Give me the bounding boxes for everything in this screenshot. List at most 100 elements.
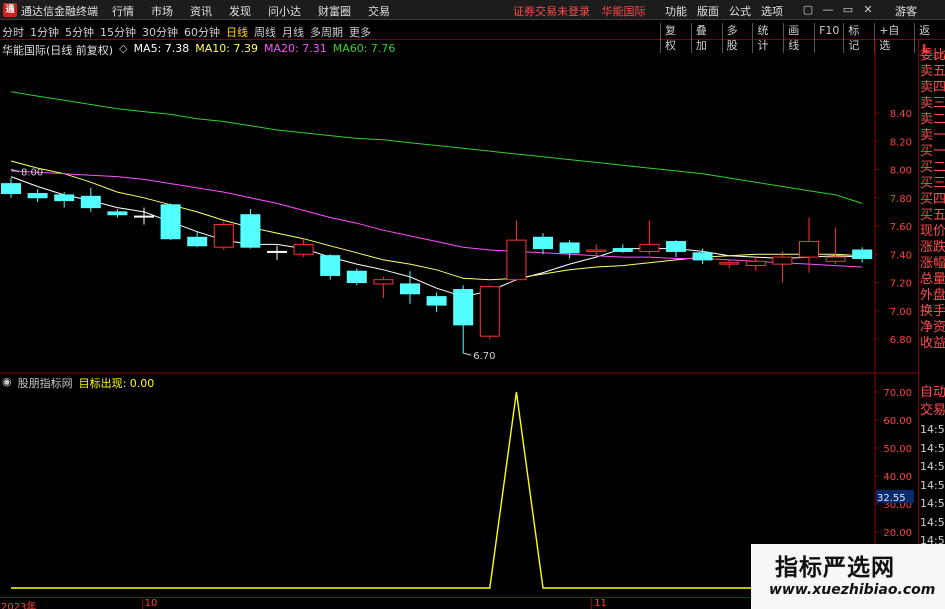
window-controls: ▢ — ▭ ✕: [798, 2, 878, 17]
y-tick-label: 8.40: [890, 109, 912, 120]
side-panel-time: 14:56: [920, 423, 945, 436]
period-tab[interactable]: 30分钟: [142, 24, 178, 40]
side-panel-time: 14:56: [920, 460, 945, 473]
restore-icon[interactable]: ▢: [798, 2, 818, 17]
period-tab[interactable]: 月线: [282, 24, 304, 40]
menu-market[interactable]: 市场: [151, 3, 173, 19]
candle-body-down: [187, 236, 208, 247]
candle-body-down: [666, 241, 686, 252]
menu-function[interactable]: 功能: [665, 3, 687, 19]
side-panel-field[interactable]: 收益: [920, 334, 945, 353]
title-bar: 通 通达信金融终端 行情 市场 资讯 发现 问小达 财富圈 交易 证券交易未登录…: [0, 0, 945, 20]
side-panel-time: 14:56: [920, 441, 945, 455]
menu-news[interactable]: 资讯: [190, 3, 212, 19]
main-menu: 行情 市场 资讯 发现 问小达 财富圈 交易: [112, 3, 407, 19]
watermark-title: 指标严选网: [775, 555, 895, 581]
candle-body-down: [80, 195, 101, 209]
candle-body-down: [612, 248, 633, 252]
ma-line-ma60: [10, 91, 863, 204]
candle-body-down: [400, 283, 420, 295]
candle-body-down: [160, 204, 181, 240]
menu-layout[interactable]: 版面: [697, 3, 719, 19]
extreme-label: 6.70: [473, 351, 495, 362]
candle-body-up: [293, 243, 314, 255]
y-tick-label: 7.20: [890, 279, 912, 290]
app-title: 通达信金融终端: [21, 5, 98, 18]
menu-ask[interactable]: 问小达: [268, 3, 301, 19]
side-panel-time: 14:56: [920, 515, 945, 529]
indicator-y-tick-label: 20.00: [883, 528, 912, 539]
maximize-icon[interactable]: ▭: [838, 2, 858, 17]
candle-body-down: [54, 194, 75, 202]
candle-body-up: [825, 256, 846, 262]
candle-body-up: [799, 241, 819, 258]
candle-body-up: [479, 286, 500, 337]
menu-options[interactable]: 选项: [761, 3, 783, 19]
candle-body-up: [639, 243, 660, 252]
candle-body-down: [320, 255, 341, 276]
candle-body-up: [719, 262, 740, 265]
extreme-pointer: [463, 352, 472, 356]
y-tick-label: 7.60: [890, 222, 912, 233]
period-tab[interactable]: 周线: [254, 24, 276, 40]
side-panel-time: 14:56: [920, 497, 945, 510]
candle-body-up: [373, 279, 394, 285]
menu-formula[interactable]: 公式: [729, 3, 751, 19]
menu-quotes[interactable]: 行情: [112, 3, 134, 19]
period-toolbar: 分时 1分钟 5分钟 15分钟 30分钟 60分钟 日线 周线 月线 多周期 更多 复权 叠加 多股 统计…: [0, 21, 945, 53]
candle-body-down: [559, 242, 580, 254]
period-tab[interactable]: 日线: [226, 24, 248, 40]
side-panel-field[interactable]: 交易: [920, 401, 945, 420]
indicator-name: 股朋指标网: [17, 377, 73, 390]
side-panel-time: 14:56: [920, 478, 945, 492]
candlestick-chart[interactable]: 8.40 8.20 8.00 7.80 7.60 7.40 7.20 7.00 6.80 8.00…: [0, 40, 918, 374]
signal-line: [11, 391, 863, 589]
candle-body-up: [213, 224, 234, 248]
login-status[interactable]: 证券交易未登录: [513, 5, 590, 18]
y-tick-label: 8.00: [890, 166, 912, 177]
candle-body-down: [1, 183, 21, 195]
period-tab[interactable]: 5分钟: [65, 24, 94, 40]
period-tab[interactable]: 多周期: [310, 24, 343, 40]
menu-discover[interactable]: 发现: [229, 3, 251, 19]
candle-body-down: [346, 270, 367, 283]
stock-label: 华能国际(日线 前复权): [2, 44, 114, 57]
indicator-legend: ◉ 股朋指标网 目标出现: 0.00: [2, 375, 160, 391]
legend-toggle-icon[interactable]: ◇: [119, 42, 127, 58]
ma-line-ma5: [10, 176, 863, 298]
guest-user[interactable]: 游客: [895, 3, 917, 19]
period-tab[interactable]: 60分钟: [184, 24, 220, 40]
current-stock-name: 华能国际: [601, 5, 646, 18]
candle-body-down: [27, 193, 48, 199]
ma-line-ma20: [10, 170, 863, 268]
indicator-y-tick-label: 70.00: [883, 388, 912, 399]
indicator-y-tick-label: 60.00: [883, 416, 912, 427]
candle-body-flat: [267, 250, 287, 253]
y-tick-label: 7.40: [890, 250, 912, 261]
indicator-series-value: 目标出现: 0.00: [78, 377, 155, 390]
watermark-url: www.xuezhibiao.com: [769, 582, 936, 598]
candle-body-down: [426, 296, 447, 306]
period-tabs: 分时 1分钟 5分钟 15分钟 30分钟 60分钟 日线 周线 月线 多周期 更多: [2, 24, 377, 40]
period-tab[interactable]: 分时: [2, 24, 24, 40]
candle-body-down: [852, 249, 873, 259]
menu-trade[interactable]: 交易: [368, 3, 390, 19]
period-tab[interactable]: 更多: [349, 24, 371, 40]
candle-body-down: [533, 236, 553, 250]
minimize-icon[interactable]: —: [818, 2, 838, 17]
side-panel-field[interactable]: 自动: [920, 383, 945, 402]
date-axis-label: 2023年: [0, 598, 36, 609]
period-tab[interactable]: 15分钟: [100, 24, 136, 40]
candle-body-up: [506, 239, 527, 281]
menu-wealth[interactable]: 财富圈: [318, 3, 351, 19]
close-icon[interactable]: ✕: [858, 2, 878, 17]
candle-body-down: [107, 211, 128, 216]
extreme-label: 8.00: [21, 168, 43, 179]
date-axis-label: 11: [591, 598, 607, 609]
y-tick-label: 6.80: [890, 335, 912, 346]
watermark: 指标严选网 www.xuezhibiao.com: [751, 544, 945, 609]
indicator-y-tick-label: 40.00: [883, 472, 912, 483]
period-tab[interactable]: 1分钟: [30, 24, 59, 40]
status-notice: 证券交易未登录 华能国际: [513, 3, 654, 19]
indicator-toggle-icon[interactable]: ◉: [2, 375, 12, 391]
